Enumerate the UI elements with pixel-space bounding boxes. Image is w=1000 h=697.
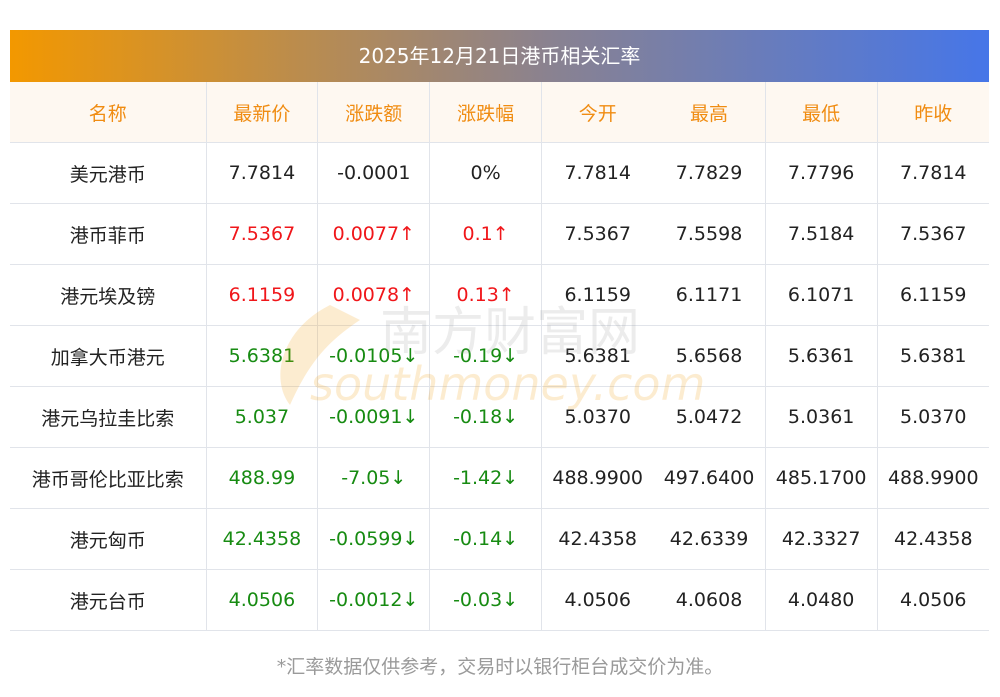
cell-prev: 5.0370	[877, 386, 989, 448]
cell-low: 42.3327	[765, 508, 878, 570]
header-low: 最低	[765, 82, 878, 143]
header-prev: 昨收	[877, 82, 989, 143]
cell-open: 5.0370	[541, 386, 654, 448]
cell-latest: 6.1159	[206, 264, 319, 326]
cell-high: 7.7829	[653, 142, 766, 204]
cell-name: 美元港币	[10, 142, 207, 204]
cell-prev: 5.6381	[877, 325, 989, 387]
header-open: 今开	[541, 82, 654, 143]
cell-change: -0.0599↓	[317, 508, 431, 570]
cell-name: 港元匈币	[10, 508, 207, 570]
cell-change: -0.0012↓	[317, 569, 431, 631]
cell-pct: 0.13↑	[429, 264, 543, 326]
cell-low: 7.5184	[765, 203, 878, 265]
cell-name: 港元台币	[10, 569, 207, 631]
table-row: 港元台币 4.0506 -0.0012↓ -0.03↓ 4.0506 4.0608 4.04…	[10, 569, 989, 631]
cell-change: -0.0001	[317, 142, 431, 204]
cell-prev: 488.9900	[877, 447, 989, 509]
cell-latest: 488.99	[206, 447, 319, 509]
cell-low: 485.1700	[765, 447, 878, 509]
header-latest: 最新价	[206, 82, 319, 143]
cell-prev: 6.1159	[877, 264, 989, 326]
header-name: 名称	[10, 82, 207, 143]
cell-open: 5.6381	[541, 325, 654, 387]
cell-latest: 4.0506	[206, 569, 319, 631]
cell-high: 42.6339	[653, 508, 766, 570]
cell-latest: 5.037	[206, 386, 319, 448]
cell-pct: 0.1↑	[429, 203, 543, 265]
cell-open: 4.0506	[541, 569, 654, 631]
cell-low: 7.7796	[765, 142, 878, 204]
cell-pct: -1.42↓	[429, 447, 543, 509]
cell-name: 港币菲币	[10, 203, 207, 265]
cell-high: 6.1171	[653, 264, 766, 326]
table-header-row: 名称 最新价 涨跌额 涨跌幅 今开 最高 最低 昨收	[10, 82, 989, 143]
cell-name: 港币哥伦比亚比索	[10, 447, 207, 509]
header-change: 涨跌额	[317, 82, 431, 143]
cell-pct: -0.19↓	[429, 325, 543, 387]
cell-open: 6.1159	[541, 264, 654, 326]
cell-open: 7.5367	[541, 203, 654, 265]
cell-high: 4.0608	[653, 569, 766, 631]
footer-note: *汇率数据仅供参考，交易时以银行柜台成交价为准。	[276, 656, 724, 678]
cell-prev: 7.7814	[877, 142, 989, 204]
table-row: 港币哥伦比亚比索 488.99 -7.05↓ -1.42↓ 488.9900 497.64…	[10, 447, 989, 509]
cell-latest: 7.5367	[206, 203, 319, 265]
cell-change: -0.0105↓	[317, 325, 431, 387]
cell-name: 港元乌拉圭比索	[10, 386, 207, 448]
cell-latest: 5.6381	[206, 325, 319, 387]
cell-open: 7.7814	[541, 142, 654, 204]
cell-latest: 42.4358	[206, 508, 319, 570]
cell-name: 港元埃及镑	[10, 264, 207, 326]
cell-change: -0.0091↓	[317, 386, 431, 448]
table-row: 港元埃及镑 6.1159 0.0078↑ 0.13↑ 6.1159 6.1171 6.107…	[10, 264, 989, 326]
cell-pct: 0%	[429, 142, 543, 204]
cell-high: 7.5598	[653, 203, 766, 265]
exchange-rate-table: 名称 最新价 涨跌额 涨跌幅 今开 最高 最低 昨收 美元港币 7.7814 -0.…	[10, 82, 989, 631]
cell-name: 加拿大币港元	[10, 325, 207, 387]
table-row: 加拿大币港元 5.6381 -0.0105↓ -0.19↓ 5.6381 5.6568 5.…	[10, 325, 989, 387]
cell-prev: 4.0506	[877, 569, 989, 631]
table-row: 港元匈币 42.4358 -0.0599↓ -0.14↓ 42.4358 42.6339 4…	[10, 508, 989, 570]
cell-change: 0.0078↑	[317, 264, 431, 326]
table-row: 港元乌拉圭比索 5.037 -0.0091↓ -0.18↓ 5.0370 5.0472 5.…	[10, 386, 989, 448]
header-pct: 涨跌幅	[429, 82, 543, 143]
cell-prev: 42.4358	[877, 508, 989, 570]
cell-low: 6.1071	[765, 264, 878, 326]
table-row: 美元港币 7.7814 -0.0001 0% 7.7814 7.7829 7.7796 7.7…	[10, 142, 989, 204]
cell-change: -7.05↓	[317, 447, 431, 509]
cell-pct: -0.14↓	[429, 508, 543, 570]
table-row: 港币菲币 7.5367 0.0077↑ 0.1↑ 7.5367 7.5598 7.5184 7…	[10, 203, 989, 265]
cell-latest: 7.7814	[206, 142, 319, 204]
cell-high: 5.6568	[653, 325, 766, 387]
cell-high: 497.6400	[653, 447, 766, 509]
cell-prev: 7.5367	[877, 203, 989, 265]
cell-low: 5.6361	[765, 325, 878, 387]
cell-open: 488.9900	[541, 447, 654, 509]
cell-low: 4.0480	[765, 569, 878, 631]
cell-high: 5.0472	[653, 386, 766, 448]
cell-change: 0.0077↑	[317, 203, 431, 265]
header-high: 最高	[653, 82, 766, 143]
cell-low: 5.0361	[765, 386, 878, 448]
page-title: 2025年12月21日港币相关汇率	[10, 30, 989, 82]
cell-open: 42.4358	[541, 508, 654, 570]
cell-pct: -0.03↓	[429, 569, 543, 631]
cell-pct: -0.18↓	[429, 386, 543, 448]
